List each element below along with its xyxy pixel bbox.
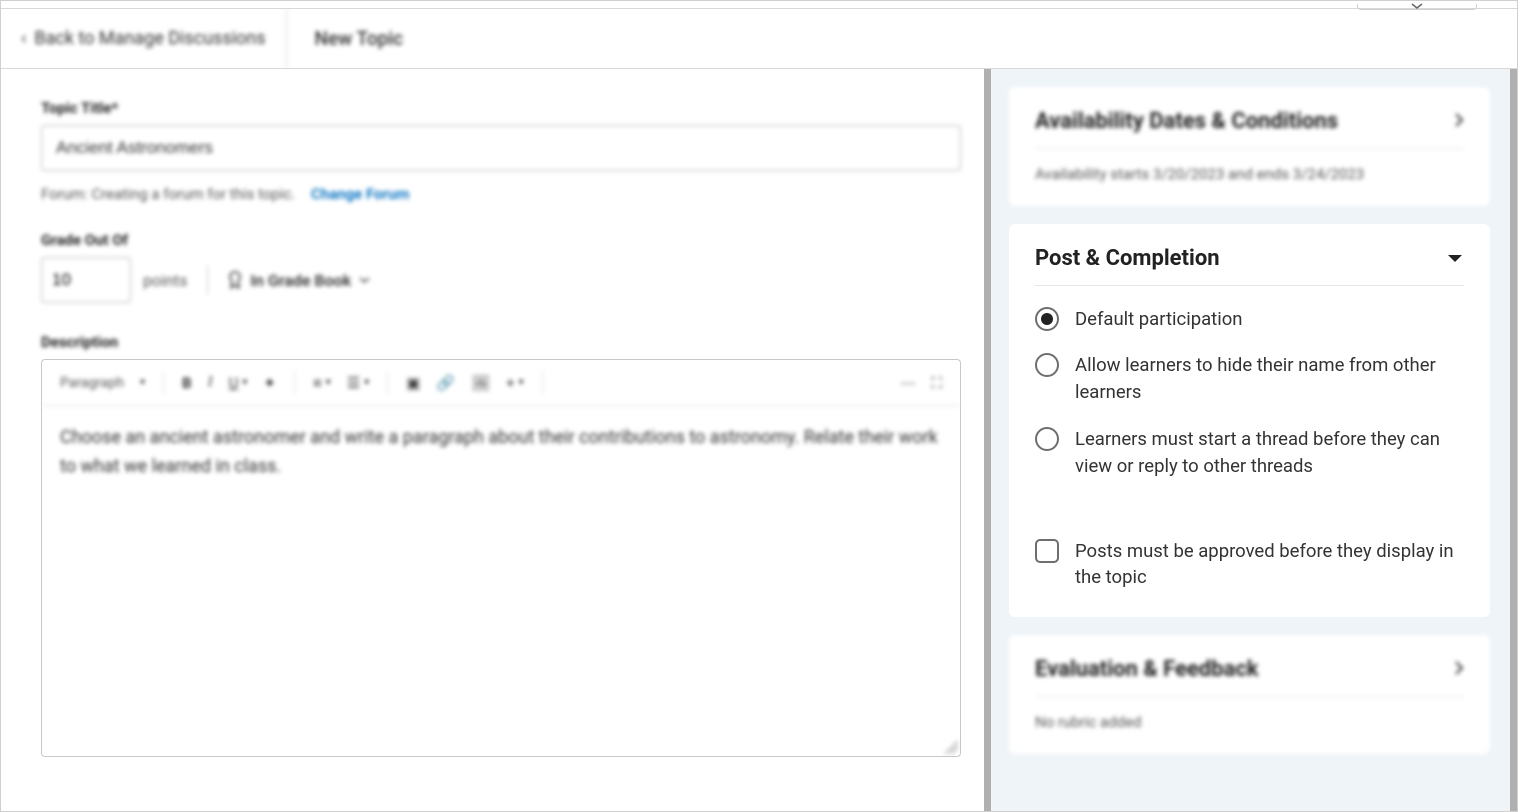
radio-icon xyxy=(1035,353,1059,377)
page-header: ‹ Back to Manage Discussions New Topic xyxy=(1,9,1517,69)
fullscreen-button[interactable]: ⛶ xyxy=(925,370,948,396)
topic-title-input[interactable] xyxy=(41,125,961,171)
radio-label: Allow learners to hide their name from o… xyxy=(1075,352,1464,406)
paragraph-dropdown[interactable]: Paragraph ▾ xyxy=(54,371,151,395)
evaluation-panel: Evaluation & Feedback No rubric added xyxy=(1009,635,1490,754)
align-button[interactable]: ≡▾ xyxy=(307,370,337,396)
post-completion-header[interactable]: Post & Completion xyxy=(1035,246,1464,271)
availability-header[interactable]: Availability Dates & Conditions xyxy=(1035,109,1464,134)
underline-button[interactable]: U▾ xyxy=(223,370,254,396)
back-link[interactable]: ‹ Back to Manage Discussions xyxy=(1,9,287,68)
page-title: New Topic xyxy=(287,27,432,50)
description-label: Description xyxy=(41,333,954,351)
evaluation-title: Evaluation & Feedback xyxy=(1035,657,1259,682)
radio-icon xyxy=(1035,427,1059,451)
chevron-down-icon xyxy=(359,277,370,284)
back-label: Back to Manage Discussions xyxy=(34,28,265,49)
italic-button[interactable]: I xyxy=(202,370,219,395)
radio-thread-first[interactable]: Learners must start a thread before they… xyxy=(1035,426,1464,480)
insert-button[interactable]: ▣ xyxy=(400,370,426,396)
availability-summary: Availability starts 3/20/2023 and ends 3… xyxy=(1035,163,1464,186)
image-button[interactable]: 🖼 xyxy=(465,370,496,396)
grade-label: Grade Out Of xyxy=(41,231,954,249)
change-forum-link[interactable]: Change Forum xyxy=(311,185,409,203)
radio-label: Default participation xyxy=(1075,306,1242,333)
title-label: Topic Title* xyxy=(41,99,954,117)
checkbox-label: Posts must be approved before they displ… xyxy=(1075,538,1464,592)
code-button[interactable]: ⋯ xyxy=(894,370,921,396)
availability-title: Availability Dates & Conditions xyxy=(1035,109,1338,134)
link-button[interactable]: 🔗 xyxy=(430,370,461,396)
points-label: points xyxy=(143,271,187,290)
expand-right-icon xyxy=(1454,660,1464,680)
post-completion-title: Post & Completion xyxy=(1035,246,1220,271)
checkbox-approve-posts[interactable]: Posts must be approved before they displ… xyxy=(1035,538,1464,592)
chevron-left-icon: ‹ xyxy=(21,28,26,49)
radio-label: Learners must start a thread before they… xyxy=(1075,426,1464,480)
rte-toolbar: Paragraph ▾ B I U▾ ✦ ≡▾ ☰▾ ▣ 🔗 🖼 +▾ xyxy=(42,360,960,406)
gradebook-dropdown[interactable]: In Grade Book xyxy=(228,271,370,290)
collapse-down-icon xyxy=(1446,249,1464,268)
sidebar: Availability Dates & Conditions Availabi… xyxy=(991,69,1517,811)
expand-right-icon xyxy=(1454,112,1464,132)
format-button[interactable]: ✦ xyxy=(257,370,282,396)
evaluation-header[interactable]: Evaluation & Feedback xyxy=(1035,657,1464,682)
availability-panel: Availability Dates & Conditions Availabi… xyxy=(1009,87,1490,206)
rich-text-editor: Paragraph ▾ B I U▾ ✦ ≡▾ ☰▾ ▣ 🔗 🖼 +▾ xyxy=(41,359,961,757)
forum-text: Forum: Creating a forum for this topic. xyxy=(41,185,295,203)
checkbox-icon xyxy=(1035,539,1059,563)
forum-info: Forum: Creating a forum for this topic. … xyxy=(41,185,954,203)
more-insert-button[interactable]: +▾ xyxy=(500,370,530,396)
list-button[interactable]: ☰▾ xyxy=(341,370,375,396)
collapse-handle[interactable] xyxy=(1357,4,1477,10)
resize-handle[interactable] xyxy=(944,740,958,754)
main-content: Topic Title* Forum: Creating a forum for… xyxy=(1,69,991,811)
participation-radio-group: Default participation Allow learners to … xyxy=(1035,306,1464,592)
radio-default-participation[interactable]: Default participation xyxy=(1035,306,1464,333)
evaluation-summary: No rubric added xyxy=(1035,711,1464,734)
bold-button[interactable]: B xyxy=(176,370,198,396)
rte-content[interactable]: Choose an ancient astronomer and write a… xyxy=(42,406,960,756)
radio-icon xyxy=(1035,307,1059,331)
gradebook-label: In Grade Book xyxy=(250,271,351,290)
divider xyxy=(207,265,208,295)
top-bar xyxy=(1,1,1517,9)
ribbon-icon xyxy=(228,271,242,289)
grade-input[interactable] xyxy=(41,257,131,303)
radio-hide-name[interactable]: Allow learners to hide their name from o… xyxy=(1035,352,1464,406)
post-completion-panel: Post & Completion Default participation … xyxy=(1009,224,1490,618)
